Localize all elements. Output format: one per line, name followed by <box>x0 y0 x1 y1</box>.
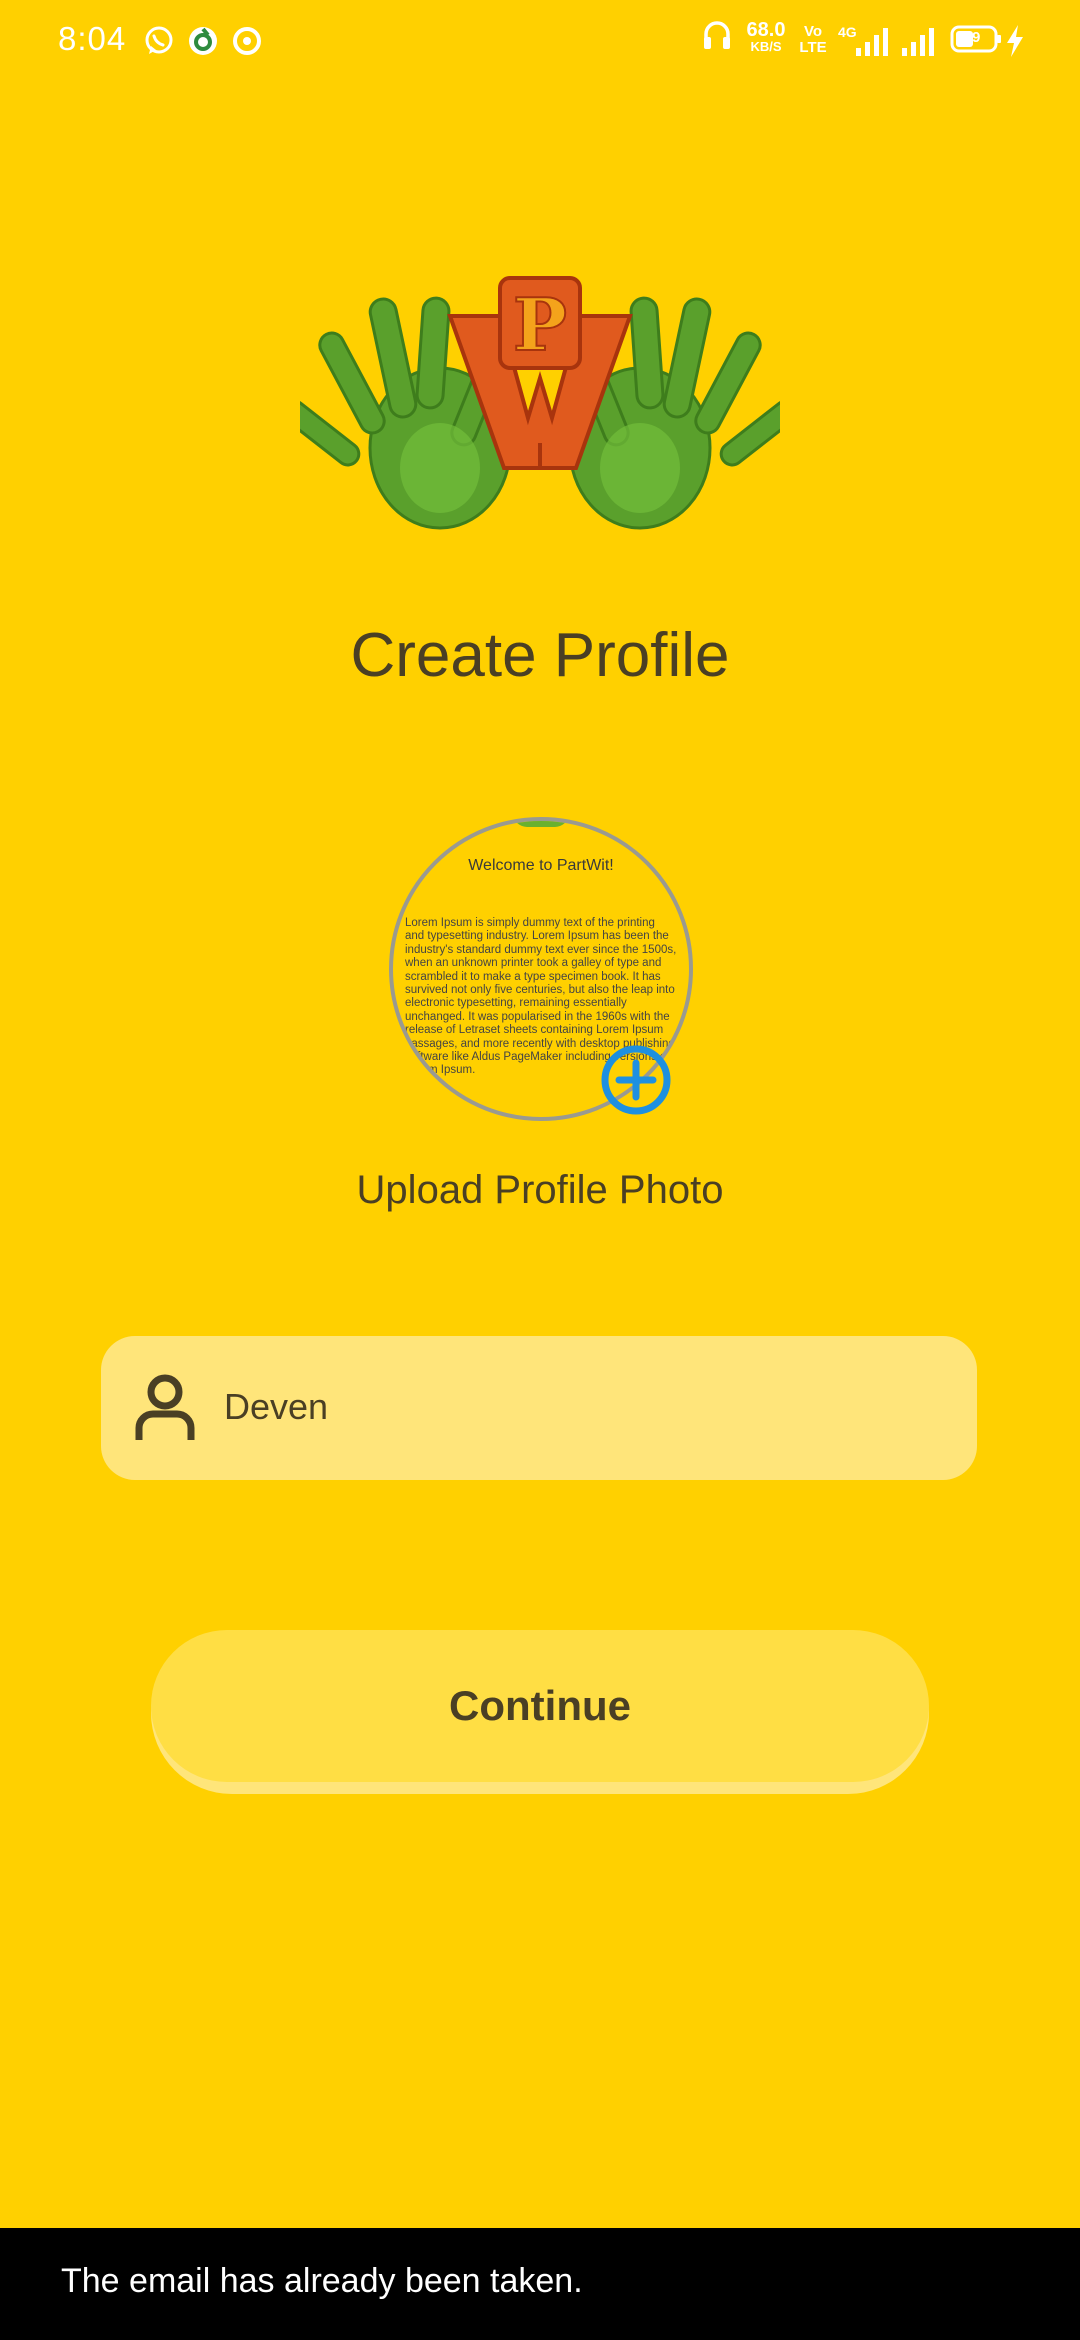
avatar-preview-edge <box>513 821 569 827</box>
page-title: Create Profile <box>350 621 730 690</box>
net-speed-unit: KB/S <box>750 39 782 54</box>
status-time: 8:04 <box>58 20 127 57</box>
continue-button[interactable]: Continue <box>151 1630 929 1782</box>
net-speed: 68.0 KB/S <box>740 20 792 54</box>
status-bar: 8:04 68.0 KB/S Vo LTE 4G 39 <box>0 0 1080 82</box>
logo-letter: P <box>513 282 567 367</box>
whatsapp-icon <box>145 26 173 54</box>
app-notification-icon <box>189 27 217 55</box>
sync-icon <box>233 27 261 55</box>
snackbar: The email has already been taken. <box>0 2228 1080 2340</box>
headset-icon <box>704 21 730 49</box>
add-photo-icon[interactable] <box>601 1045 671 1115</box>
app-logo: P <box>300 276 780 530</box>
volte-indicator: Vo LTE <box>799 23 827 56</box>
profile-photo-picker[interactable]: Welcome to PartWit! Lorem Ipsum is simpl… <box>389 817 693 1121</box>
signal-icon <box>856 28 888 56</box>
net-speed-value: 68.0 <box>746 19 786 41</box>
person-icon <box>135 1374 195 1440</box>
name-field[interactable]: Deven <box>101 1336 977 1480</box>
battery-level: 39 <box>963 29 981 46</box>
signal-icon <box>902 28 934 56</box>
name-input[interactable]: Deven <box>224 1386 328 1428</box>
snackbar-message: The email has already been taken. <box>61 2262 583 2300</box>
charging-icon <box>1007 25 1023 57</box>
avatar-preview-heading: Welcome to PartWit! <box>468 857 614 874</box>
upload-photo-label[interactable]: Upload Profile Photo <box>0 1168 1080 1213</box>
